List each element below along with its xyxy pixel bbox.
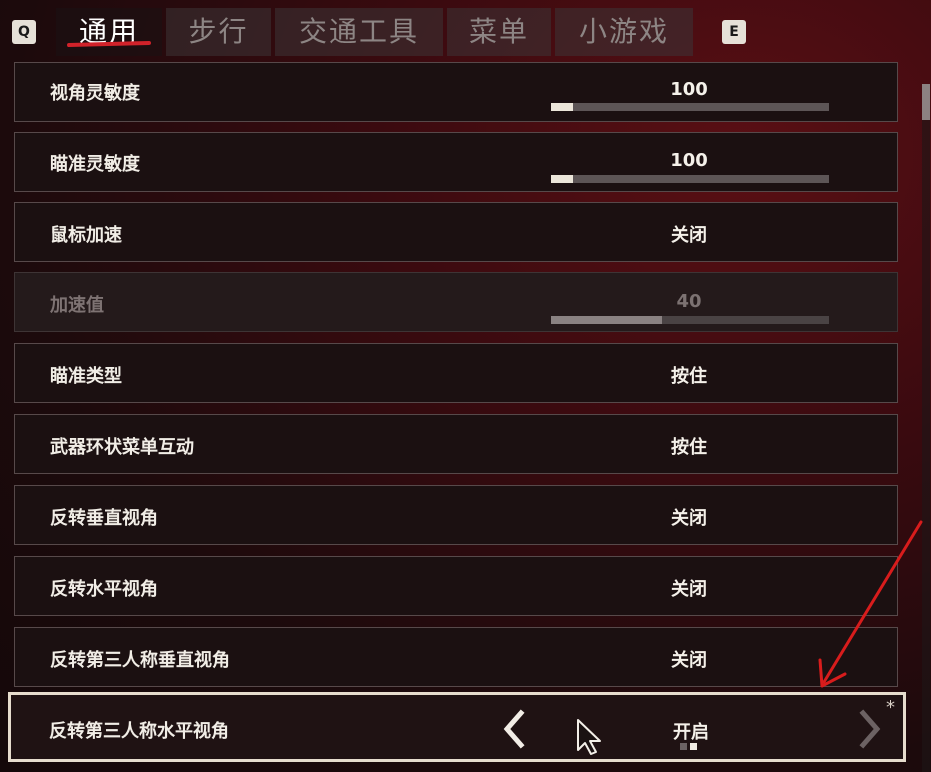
setting-label: 反转第三人称水平视角 [49, 721, 229, 742]
chevron-right-icon[interactable] [855, 709, 885, 749]
slider-fill [551, 175, 574, 183]
setting-label: 反转水平视角 [50, 579, 158, 600]
setting-value: 关闭 [671, 650, 707, 671]
option-dot-active [690, 743, 697, 750]
setting-label: 武器环状菜单互动 [50, 437, 194, 458]
mouse-cursor-icon [577, 719, 601, 755]
setting-label: 瞄准类型 [50, 366, 122, 387]
setting-label: 加速值 [50, 295, 104, 316]
setting-row-weapon-wheel[interactable]: 武器环状菜单互动 按住 [14, 414, 898, 474]
slider-track[interactable] [551, 175, 829, 183]
slider-track[interactable] [551, 103, 829, 111]
settings-list: 视角灵敏度 100 瞄准灵敏度 100 鼠标加速 关闭 加速值 40 瞄准类型 … [0, 0, 931, 772]
setting-row-look-sensitivity[interactable]: 视角灵敏度 100 [14, 62, 898, 122]
setting-value: 按住 [671, 437, 707, 458]
setting-value: 关闭 [671, 225, 707, 246]
setting-label: 反转第三人称垂直视角 [50, 650, 230, 671]
setting-row-invert-vertical[interactable]: 反转垂直视角 关闭 [14, 485, 898, 545]
setting-value: 按住 [671, 366, 707, 387]
setting-label: 瞄准灵敏度 [50, 154, 140, 175]
scrollbar-thumb[interactable] [922, 84, 930, 120]
setting-row-mouse-acceleration[interactable]: 鼠标加速 关闭 [14, 202, 898, 262]
setting-value: 100 [670, 79, 708, 100]
setting-row-invert-third-person-vertical[interactable]: 反转第三人称垂直视角 关闭 [14, 627, 898, 687]
setting-row-acceleration-value: 加速值 40 [14, 272, 898, 332]
modified-marker: * [886, 697, 895, 718]
setting-row-invert-horizontal[interactable]: 反转水平视角 关闭 [14, 556, 898, 616]
setting-value: 开启 [673, 722, 709, 743]
setting-row-invert-third-person-horizontal[interactable]: 反转第三人称水平视角 开启 * [8, 692, 906, 762]
setting-value: 100 [670, 150, 708, 171]
option-indicator [676, 743, 706, 753]
slider-fill [551, 103, 574, 111]
option-dot-inactive [680, 743, 687, 750]
setting-value: 40 [676, 291, 702, 312]
setting-label: 鼠标加速 [50, 225, 122, 246]
setting-label: 反转垂直视角 [50, 508, 158, 529]
setting-row-aim-type[interactable]: 瞄准类型 按住 [14, 343, 898, 403]
setting-value: 关闭 [671, 508, 707, 529]
slider-track [551, 316, 829, 324]
setting-value: 关闭 [671, 579, 707, 600]
chevron-left-icon[interactable] [499, 709, 529, 749]
scrollbar[interactable] [922, 84, 930, 772]
setting-label: 视角灵敏度 [50, 83, 140, 104]
slider-fill [551, 316, 663, 324]
setting-row-aim-sensitivity[interactable]: 瞄准灵敏度 100 [14, 132, 898, 192]
